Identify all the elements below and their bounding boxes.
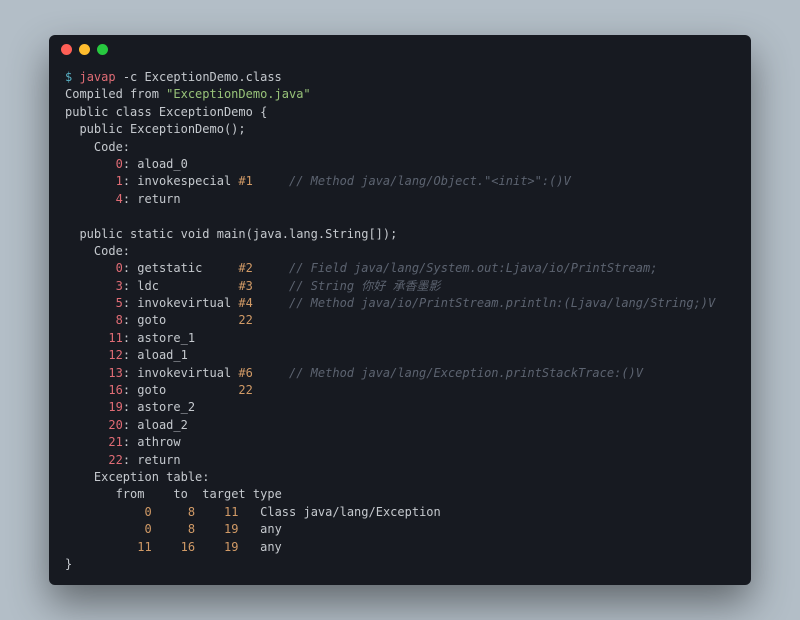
bytecode-op: invokespecial — [137, 174, 231, 188]
bytecode-offset: 19 — [108, 400, 122, 414]
exc-type: any — [260, 540, 282, 554]
bytecode-offset: 11 — [108, 331, 122, 345]
close-brace: } — [65, 557, 72, 571]
bytecode-offset: 13 — [108, 366, 122, 380]
exc-target: 11 — [224, 505, 238, 519]
terminal-window: $ javap -c ExceptionDemo.class Compiled … — [49, 35, 751, 585]
bytecode-offset: 0 — [116, 261, 123, 275]
bytecode-comment: // Method java/lang/Exception.printStack… — [289, 366, 643, 380]
close-icon[interactable] — [61, 44, 72, 55]
code-label: Code: — [94, 140, 130, 154]
exc-to: 8 — [188, 522, 195, 536]
exc-from: 0 — [144, 522, 151, 536]
bytecode-comment: // String 你好 承香墨影 — [289, 279, 440, 293]
exception-table-label: Exception table: — [94, 470, 210, 484]
exc-to: 16 — [181, 540, 195, 554]
exc-type: any — [260, 522, 282, 536]
bytecode-offset: 16 — [108, 383, 122, 397]
bytecode-offset: 12 — [108, 348, 122, 362]
bytecode-offset: 21 — [108, 435, 122, 449]
exc-from: 0 — [144, 505, 151, 519]
bytecode-offset: 0 — [116, 157, 123, 171]
exc-target: 19 — [224, 540, 238, 554]
bytecode-op: aload_0 — [137, 157, 188, 171]
pool-ref: #1 — [238, 174, 252, 188]
bytecode-op: goto — [137, 313, 166, 327]
exc-header-to: to — [173, 487, 187, 501]
bytecode-comment: // Method java/lang/Object."<init>":()V — [289, 174, 571, 188]
pool-ref: #2 — [238, 261, 252, 275]
bytecode-op: astore_1 — [137, 331, 195, 345]
command-bin: javap — [79, 70, 115, 84]
bytecode-op: goto — [137, 383, 166, 397]
bytecode-op: aload_1 — [137, 348, 188, 362]
class-declaration: public class ExceptionDemo { — [65, 105, 267, 119]
bytecode-comment: // Field java/lang/System.out:Ljava/io/P… — [289, 261, 657, 275]
window-titlebar — [49, 35, 751, 63]
exc-header-target: target — [202, 487, 245, 501]
bytecode-op: invokevirtual — [137, 296, 231, 310]
main-signature: public static void main(java.lang.String… — [79, 227, 397, 241]
code-label: Code: — [94, 244, 130, 258]
compiled-from-label: Compiled from — [65, 87, 159, 101]
bytecode-offset: 8 — [116, 313, 123, 327]
terminal-content: $ javap -c ExceptionDemo.class Compiled … — [49, 63, 751, 585]
exc-header-from: from — [116, 487, 145, 501]
goto-target: 22 — [238, 313, 252, 327]
shell-prompt: $ — [65, 70, 72, 84]
exc-header-type: type — [253, 487, 282, 501]
exc-from: 11 — [137, 540, 151, 554]
exc-type: Class java/lang/Exception — [260, 505, 441, 519]
bytecode-comment: // Method java/io/PrintStream.println:(L… — [289, 296, 715, 310]
bytecode-op: aload_2 — [137, 418, 188, 432]
bytecode-op: ldc — [137, 279, 159, 293]
bytecode-offset: 20 — [108, 418, 122, 432]
bytecode-op: getstatic — [137, 261, 202, 275]
bytecode-offset: 1 — [116, 174, 123, 188]
zoom-icon[interactable] — [97, 44, 108, 55]
bytecode-op: return — [137, 453, 180, 467]
pool-ref: #4 — [238, 296, 252, 310]
bytecode-offset: 3 — [116, 279, 123, 293]
command-flags: -c — [123, 70, 137, 84]
goto-target: 22 — [238, 383, 252, 397]
bytecode-offset: 5 — [116, 296, 123, 310]
minimize-icon[interactable] — [79, 44, 90, 55]
pool-ref: #3 — [238, 279, 252, 293]
pool-ref: #6 — [238, 366, 252, 380]
command-arg: ExceptionDemo.class — [145, 70, 282, 84]
bytecode-op: invokevirtual — [137, 366, 231, 380]
bytecode-offset: 22 — [108, 453, 122, 467]
bytecode-op: astore_2 — [137, 400, 195, 414]
compiled-from-file: "ExceptionDemo.java" — [166, 87, 311, 101]
ctor-signature: public ExceptionDemo(); — [79, 122, 245, 136]
bytecode-offset: 4 — [116, 192, 123, 206]
exc-target: 19 — [224, 522, 238, 536]
exc-to: 8 — [188, 505, 195, 519]
bytecode-op: return — [137, 192, 180, 206]
bytecode-op: athrow — [137, 435, 180, 449]
